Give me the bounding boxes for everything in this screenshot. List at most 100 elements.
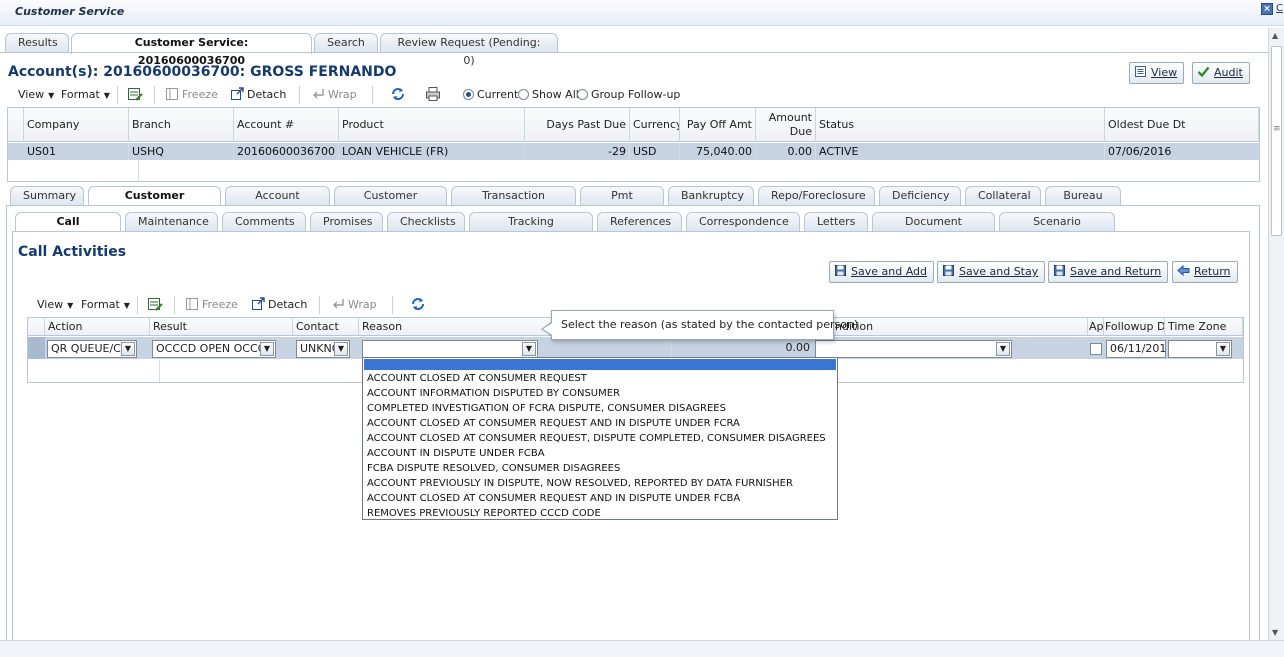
highlighted-empty-option[interactable] xyxy=(364,359,836,370)
tab-collateral[interactable]: Collateral xyxy=(965,186,1041,206)
close-link[interactable]: C xyxy=(1276,3,1283,14)
tab-document-tracking[interactable]: Document Tracking xyxy=(872,212,995,246)
tab-repo-foreclosure[interactable]: Repo/Foreclosure xyxy=(758,186,875,206)
detach-2-label: Detach xyxy=(268,298,308,311)
radio-show-all-dot[interactable] xyxy=(518,89,529,100)
ap-checkbox[interactable] xyxy=(1090,343,1102,355)
tab-scenario-analysis[interactable]: Scenario Analysis xyxy=(999,212,1115,246)
scroll-down-icon[interactable]: ▼ xyxy=(1272,628,1278,637)
list-item[interactable]: FCBA DISPUTE RESOLVED, CONSUMER DISAGREE… xyxy=(367,463,620,474)
contact-select[interactable]: UNKNO ▼ xyxy=(296,340,350,358)
list-item[interactable]: ACCOUNT CLOSED AT CONSUMER REQUEST AND I… xyxy=(367,418,740,429)
detach-button[interactable]: Detach xyxy=(230,86,286,104)
tab-correspondence[interactable]: Correspondence xyxy=(686,212,800,232)
col-ap[interactable]: Ap xyxy=(1088,318,1104,336)
edit-grid-icon[interactable] xyxy=(127,86,143,102)
freeze-button[interactable]: Freeze xyxy=(165,86,218,104)
refresh-icon[interactable] xyxy=(390,86,406,102)
tab-promises[interactable]: Promises xyxy=(310,212,383,232)
view-menu-2[interactable]: View ▼ xyxy=(37,296,73,314)
list-item[interactable]: ACCOUNT CLOSED AT CONSUMER REQUEST xyxy=(367,373,587,384)
col-followup-dt[interactable]: Followup Dt xyxy=(1104,318,1165,336)
tab-checklists[interactable]: Checklists xyxy=(387,212,465,232)
wrap-button-2[interactable]: Wrap xyxy=(331,296,377,314)
detach-button-2[interactable]: Detach xyxy=(251,296,307,314)
col-amount-due[interactable]: Amount Due xyxy=(756,108,816,142)
format-menu[interactable]: Format ▼ xyxy=(61,86,110,104)
tab-search[interactable]: Search xyxy=(314,33,378,53)
row-selector[interactable] xyxy=(28,337,45,359)
save-and-add-button[interactable]: Save and Add xyxy=(829,261,934,283)
action-select[interactable]: QR QUEUE/CC ▼ xyxy=(47,340,137,358)
tab-tracking-attributes[interactable]: Tracking Attributes xyxy=(469,212,593,246)
list-item[interactable]: ACCOUNT CLOSED AT CONSUMER REQUEST, DISP… xyxy=(367,433,826,444)
radio-current-dot[interactable] xyxy=(463,89,474,100)
radio-group-followup[interactable]: Group Follow-up xyxy=(577,86,680,104)
tab-customer-details[interactable]: Customer Details xyxy=(334,186,447,220)
tab-deficiency[interactable]: Deficiency xyxy=(879,186,961,206)
edit-grid-icon[interactable] xyxy=(147,296,163,312)
audit-button[interactable]: Audit xyxy=(1192,62,1250,84)
tab-bureau[interactable]: Bureau xyxy=(1045,186,1121,206)
condition-select[interactable]: ▼ xyxy=(815,340,1012,358)
list-item[interactable]: ACCOUNT INFORMATION DISPUTED BY CONSUMER xyxy=(367,388,620,399)
radio-group-dot[interactable] xyxy=(577,89,588,100)
list-item[interactable]: ACCOUNT CLOSED AT CONSUMER REQUEST AND I… xyxy=(367,493,740,504)
list-item[interactable]: COMPLETED INVESTIGATION OF FCRA DISPUTE,… xyxy=(367,403,726,414)
col-contact[interactable]: Contact xyxy=(293,318,359,336)
freeze-button-2[interactable]: Freeze xyxy=(185,296,238,314)
list-item[interactable]: ACCOUNT IN DISPUTE UNDER FCBA xyxy=(367,448,545,459)
list-item[interactable]: REMOVES PREVIOUSLY REPORTED CCCD CODE xyxy=(367,508,601,519)
printer-icon[interactable] xyxy=(425,86,441,102)
refresh-icon[interactable] xyxy=(410,296,426,312)
tab-customer-service-account[interactable]: Customer Service: 20160600036700 xyxy=(71,33,312,67)
format-menu-2[interactable]: Format ▼ xyxy=(81,296,130,314)
col-oldest-due-dt[interactable]: Oldest Due Dt xyxy=(1105,108,1259,142)
col-pay-off-amt[interactable]: Pay Off Amt xyxy=(680,108,756,142)
freeze-label: Freeze xyxy=(182,88,218,101)
col-action[interactable]: Action xyxy=(45,318,150,336)
tab-results[interactable]: Results xyxy=(5,33,69,53)
save-and-return-button[interactable]: Save and Return xyxy=(1048,261,1169,283)
tab-pmt-modes[interactable]: Pmt Modes xyxy=(580,186,664,220)
col-days-past-due[interactable]: Days Past Due xyxy=(525,108,630,142)
tab-transaction-history[interactable]: Transaction History xyxy=(451,186,576,220)
wrap-2-label: Wrap xyxy=(348,298,377,311)
scroll-thumb[interactable] xyxy=(1271,46,1282,236)
col-product[interactable]: Product xyxy=(339,108,525,142)
tab-bankruptcy[interactable]: Bankruptcy xyxy=(668,186,754,206)
reason-select[interactable]: ▼ xyxy=(362,340,538,358)
view-menu[interactable]: View ▼ xyxy=(18,86,54,104)
col-currency[interactable]: Currency xyxy=(630,108,680,142)
tab-customer-service[interactable]: Customer Service xyxy=(88,186,221,220)
tab-account-details[interactable]: Account Details xyxy=(225,186,330,220)
col-account-number[interactable]: Account # xyxy=(234,108,339,142)
col-company[interactable]: Company xyxy=(24,108,129,142)
radio-current[interactable]: Current xyxy=(463,86,518,104)
col-result[interactable]: Result xyxy=(150,318,293,336)
close-icon[interactable]: × xyxy=(1261,3,1273,15)
tab-review-request[interactable]: Review Request (Pending: 0) xyxy=(380,33,558,67)
reason-dropdown-list[interactable]: ACCOUNT CLOSED AT CONSUMER REQUEST ACCOU… xyxy=(362,357,838,520)
tab-references[interactable]: References xyxy=(597,212,682,232)
time-zone-select[interactable]: ▼ xyxy=(1168,340,1232,358)
followup-date-input[interactable]: 06/11/2016 xyxy=(1106,340,1166,358)
save-and-stay-button[interactable]: Save and Stay xyxy=(937,261,1046,283)
tab-comments[interactable]: Comments xyxy=(222,212,306,232)
col-branch[interactable]: Branch xyxy=(129,108,234,142)
radio-show-all[interactable]: Show All xyxy=(518,86,579,104)
tab-letters[interactable]: Letters xyxy=(804,212,868,232)
result-select[interactable]: OCCCD OPEN OCCCD ▼ xyxy=(152,340,276,358)
page-scrollbar[interactable]: ▲ ≡ ▼ xyxy=(1268,28,1284,640)
scroll-up-icon[interactable]: ▲ xyxy=(1272,31,1278,40)
list-item[interactable]: ACCOUNT PREVIOUSLY IN DISPUTE, NOW RESOL… xyxy=(367,478,793,489)
wrap-button[interactable]: Wrap xyxy=(311,86,357,104)
tab-call-activities[interactable]: Call Activities xyxy=(15,212,121,246)
col-status[interactable]: Status xyxy=(816,108,1105,142)
view-button[interactable]: View xyxy=(1129,62,1185,84)
tab-divider xyxy=(0,52,1268,53)
tab-maintenance[interactable]: Maintenance xyxy=(125,212,218,232)
tab-summary[interactable]: Summary xyxy=(10,186,84,206)
return-button[interactable]: Return xyxy=(1172,261,1238,283)
col-time-zone[interactable]: Time Zone xyxy=(1165,318,1243,336)
